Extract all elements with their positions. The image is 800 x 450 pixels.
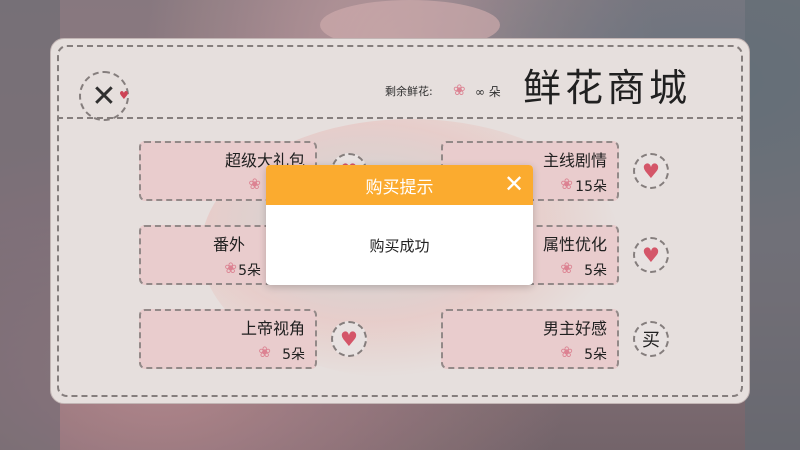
purchase-dialog: 购买提示 ✕ 购买成功 [266,165,533,285]
dialog-title: 购买提示 [365,177,434,198]
dialog-header: 购买提示 ✕ [266,165,533,205]
dialog-message: 购买成功 [369,236,430,255]
dialog-body: 购买成功 [266,205,533,285]
dialog-close-button[interactable]: ✕ [503,172,525,196]
